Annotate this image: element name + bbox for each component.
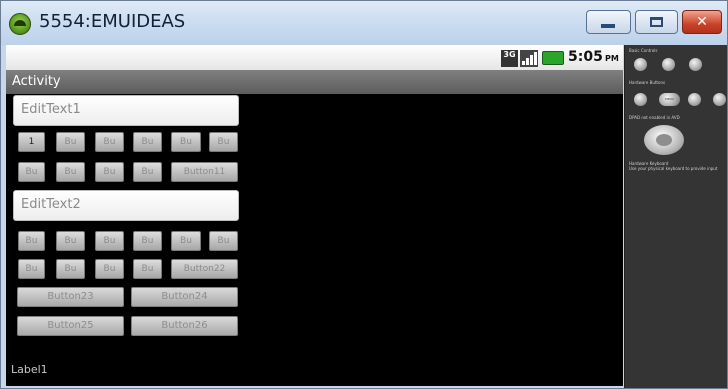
minimize-button[interactable] xyxy=(586,10,631,34)
menu-button[interactable]: MENU xyxy=(659,93,680,106)
search-icon[interactable] xyxy=(713,93,726,106)
button-25[interactable]: Button25 xyxy=(17,316,124,336)
button-26[interactable]: Button26 xyxy=(131,316,238,336)
back-icon[interactable] xyxy=(688,93,701,106)
battery-icon xyxy=(542,51,564,65)
label-1: Label1 xyxy=(11,363,48,376)
activity-title-bar: Activity xyxy=(6,70,623,94)
network-3g-icon: 3G xyxy=(501,50,518,67)
edit-text-2[interactable]: EditText2 xyxy=(13,190,239,221)
keyboard-note: Use your physical keyboard to provide in… xyxy=(629,166,718,171)
button-5[interactable]: Bu xyxy=(171,132,201,152)
button-2[interactable]: Bu xyxy=(56,132,85,152)
button-17[interactable]: Bu xyxy=(209,231,238,251)
home-icon[interactable] xyxy=(634,93,647,106)
button-23[interactable]: Button23 xyxy=(17,287,124,307)
button-10[interactable]: Bu xyxy=(133,162,162,182)
button-13[interactable]: Bu xyxy=(56,231,85,251)
status-ampm: PM xyxy=(605,54,619,63)
status-bar: 3G 5:05 PM xyxy=(6,45,623,70)
button-16[interactable]: Bu xyxy=(171,231,201,251)
power-icon[interactable] xyxy=(689,58,702,71)
volume-up-icon[interactable] xyxy=(662,58,675,71)
dpad-center-icon[interactable] xyxy=(656,134,672,146)
button-3[interactable]: Bu xyxy=(95,132,124,152)
button-4[interactable]: Bu xyxy=(133,132,162,152)
button-14[interactable]: Bu xyxy=(95,231,124,251)
close-button[interactable]: ✕ xyxy=(682,10,722,34)
button-11[interactable]: Button11 xyxy=(171,162,238,182)
maximize-icon xyxy=(650,17,663,27)
button-12[interactable]: Bu xyxy=(18,231,45,251)
device-screen[interactable]: 3G 5:05 PM Activity EditText1 1 Bu Bu Bu… xyxy=(6,45,623,386)
activity-title: Activity xyxy=(12,74,61,89)
button-1[interactable]: 1 xyxy=(18,132,45,152)
signal-icon xyxy=(520,50,538,67)
android-icon xyxy=(9,13,31,35)
button-22[interactable]: Button22 xyxy=(171,259,238,279)
basic-controls-heading: Basic Controls xyxy=(629,48,658,53)
volume-down-icon[interactable] xyxy=(634,58,647,71)
window-title: 5554:EMUIDEAS xyxy=(39,11,186,32)
edit-text-1[interactable]: EditText1 xyxy=(13,95,239,126)
status-time: 5:05 xyxy=(568,49,603,65)
button-6[interactable]: Bu xyxy=(209,132,238,152)
menu-label: MENU xyxy=(665,97,674,101)
button-9[interactable]: Bu xyxy=(95,162,124,182)
emulator-window: 5554:EMUIDEAS ✕ 3G 5:05 PM Activity Edit… xyxy=(0,0,728,389)
close-icon: ✕ xyxy=(696,14,708,30)
minimize-icon xyxy=(601,24,615,28)
button-18[interactable]: Bu xyxy=(18,259,45,279)
button-7[interactable]: Bu xyxy=(18,162,45,182)
button-21[interactable]: Bu xyxy=(133,259,162,279)
emulator-controls-panel: Basic Controls Hardware Buttons MENU DPA… xyxy=(624,45,727,388)
title-bar[interactable]: 5554:EMUIDEAS ✕ xyxy=(1,1,727,45)
maximize-button[interactable] xyxy=(635,10,678,34)
button-20[interactable]: Bu xyxy=(95,259,124,279)
dpad-note: DPAD not enabled in AVD xyxy=(629,115,680,120)
button-24[interactable]: Button24 xyxy=(131,287,238,307)
dpad-control[interactable] xyxy=(644,125,684,155)
button-19[interactable]: Bu xyxy=(56,259,85,279)
button-8[interactable]: Bu xyxy=(56,162,85,182)
hardware-buttons-heading: Hardware Buttons xyxy=(629,80,666,85)
button-15[interactable]: Bu xyxy=(133,231,162,251)
